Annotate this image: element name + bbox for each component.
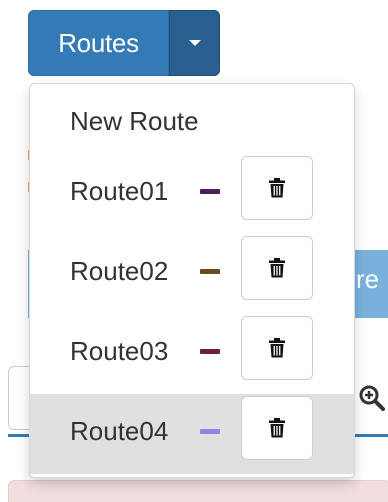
delete-route-button[interactable]: [241, 236, 313, 300]
new-route-item[interactable]: New Route: [30, 84, 354, 156]
trash-icon: [269, 418, 285, 438]
zoom-in-icon[interactable]: [358, 384, 386, 412]
route-item[interactable]: Route03: [30, 314, 354, 394]
routes-button-group: Routes: [28, 10, 220, 76]
route-item[interactable]: Route02: [30, 234, 354, 314]
route-color-swatch: [200, 269, 220, 274]
route-item[interactable]: Route04: [30, 394, 354, 474]
routes-button[interactable]: Routes: [28, 10, 169, 76]
route-label: Route03: [70, 336, 169, 366]
background-action-text: re: [356, 264, 380, 294]
background-alert: [8, 480, 388, 502]
delete-route-button[interactable]: [241, 156, 313, 220]
page: re Routes New Route Route01 Route02 Rout…: [0, 0, 388, 502]
route-color-swatch: [200, 429, 220, 434]
route-color-swatch: [200, 349, 220, 354]
route-label: Route04: [70, 416, 169, 446]
delete-route-button[interactable]: [241, 316, 313, 380]
caret-down-icon: [188, 40, 201, 46]
trash-icon: [269, 258, 285, 278]
routes-dropdown-menu: New Route Route01 Route02 Route03 Route0…: [29, 83, 355, 478]
trash-icon: [269, 178, 285, 198]
new-route-label: New Route: [70, 106, 199, 136]
route-color-swatch: [200, 189, 220, 194]
route-item[interactable]: Route01: [30, 154, 354, 234]
route-label: Route01: [70, 176, 169, 206]
delete-route-button[interactable]: [241, 396, 313, 460]
routes-dropdown-toggle[interactable]: [169, 10, 220, 76]
trash-icon: [269, 338, 285, 358]
route-label: Route02: [70, 256, 169, 286]
